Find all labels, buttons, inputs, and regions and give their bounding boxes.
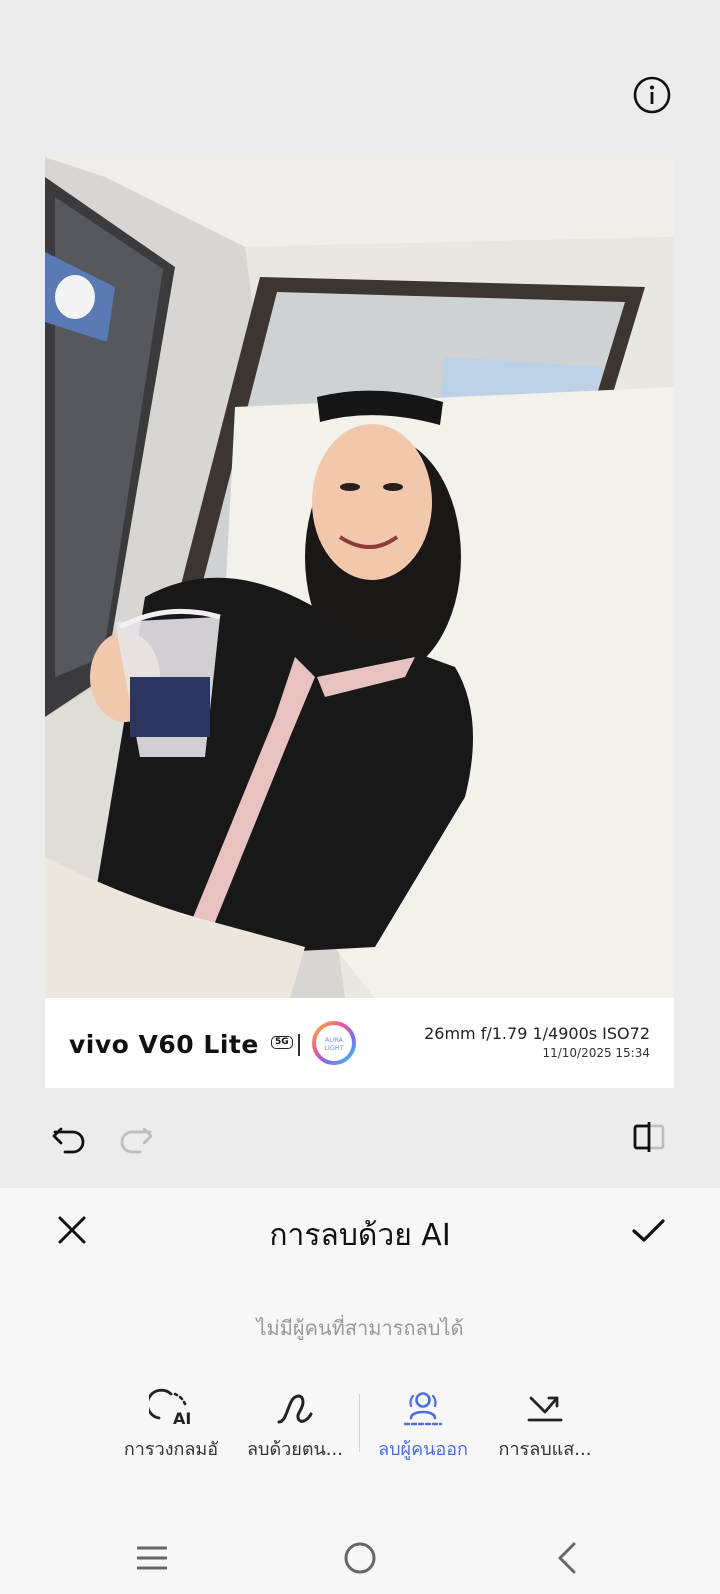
remove-reflection-icon: [527, 1396, 563, 1422]
tool-remove-people[interactable]: ลบผู้คนออก: [358, 1388, 488, 1468]
photo-card: vivo V60 Lite 5G AURA LIGHT 26mm f/1.79 …: [45, 157, 674, 1088]
brush-stroke-icon: [277, 1394, 313, 1424]
undo-button[interactable]: [49, 1117, 89, 1157]
tool-label: ลบผู้คนออก: [378, 1439, 468, 1460]
ai-circle-icon: AI: [149, 1388, 191, 1428]
watermark-divider: [298, 1034, 300, 1056]
tool-ai-circle[interactable]: AI การวงกลมอั: [106, 1388, 236, 1468]
checkmark-icon: [632, 1219, 665, 1242]
compare-button[interactable]: [629, 1117, 669, 1157]
watermark-datetime: 11/10/2025 15:34: [542, 1046, 650, 1060]
no-people-hint: ไม่มีผู้คนที่สามารถลบได้: [256, 1316, 464, 1340]
aura-text: AURA: [325, 1036, 343, 1044]
watermark-brand: vivo V60 Lite: [69, 1030, 259, 1059]
light-text: LIGHT: [324, 1044, 343, 1052]
info-button[interactable]: [632, 75, 672, 115]
nav-back-button[interactable]: [548, 1538, 588, 1578]
close-icon: [58, 1216, 86, 1244]
svg-text:AI: AI: [173, 1409, 191, 1428]
photo-image: [45, 157, 674, 998]
compare-icon: [633, 1122, 665, 1152]
panel-title: การลบด้วย AI: [269, 1218, 451, 1253]
cancel-button[interactable]: [52, 1210, 92, 1250]
tool-remove-reflection[interactable]: การลบแส...: [480, 1388, 610, 1468]
tool-label: ลบด้วยตน...: [247, 1439, 343, 1460]
photo-watermark: vivo V60 Lite 5G AURA LIGHT 26mm f/1.79 …: [45, 998, 674, 1088]
nav-menu-button[interactable]: [132, 1538, 172, 1578]
watermark-5g-badge: 5G: [271, 1036, 293, 1049]
back-icon: [558, 1542, 576, 1574]
info-circle-icon: [633, 76, 671, 114]
aura-light-logo: AURA LIGHT: [311, 1020, 357, 1066]
tool-manual-erase[interactable]: ลบด้วยตน...: [230, 1388, 360, 1468]
undo-icon: [52, 1127, 85, 1154]
tool-label: การลบแส...: [498, 1439, 592, 1460]
home-icon: [344, 1542, 376, 1574]
tool-label: การวงกลมอั: [123, 1439, 219, 1460]
photo-preview: [45, 157, 674, 998]
redo-icon: [120, 1127, 153, 1154]
confirm-button[interactable]: [628, 1210, 668, 1250]
watermark-exif: 26mm f/1.79 1/4900s ISO72: [424, 1024, 650, 1043]
menu-icon: [137, 1546, 167, 1570]
nav-home-button[interactable]: [340, 1538, 380, 1578]
redo-button[interactable]: [116, 1117, 156, 1157]
remove-people-icon: [403, 1392, 443, 1426]
